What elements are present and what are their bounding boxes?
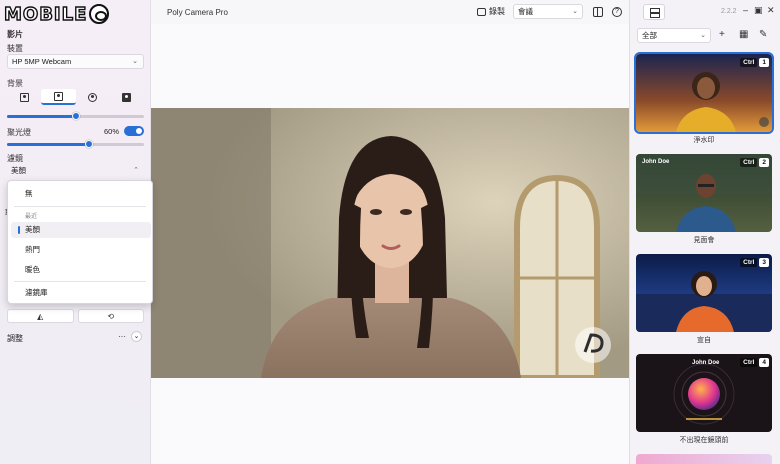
edit-brush-icon[interactable]: ✎ — [759, 29, 767, 40]
webcam-scene-image — [151, 108, 629, 378]
filter-select[interactable]: 美顏 ⌃ — [7, 164, 144, 179]
filter-option-none[interactable]: 無 — [11, 186, 151, 202]
record-icon — [477, 7, 486, 16]
adjust-tool-row: ◭ ⟲ — [7, 309, 144, 323]
filter-option-popular[interactable]: 熱門 — [11, 242, 151, 258]
close-icon[interactable]: ✕ — [767, 5, 775, 16]
person-image-icon — [122, 92, 132, 102]
spotlight-slider-knob[interactable] — [85, 140, 94, 148]
scene-filter-select[interactable]: 全部 ⌄ — [637, 28, 711, 43]
device-select-value: HP 5MP Webcam — [12, 57, 72, 66]
camera-video-feed — [151, 108, 629, 378]
scene-3-label: 宣自 — [697, 337, 711, 344]
person-frame-icon — [19, 92, 29, 102]
shortcut-badge: Ctrl 2 — [740, 158, 769, 167]
help-icon[interactable]: ? — [612, 7, 622, 17]
chevron-down-icon: ⌄ — [700, 32, 706, 39]
ctrl-key-label: Ctrl — [740, 358, 758, 367]
scene-4-label: 不出現在鏡頭前 — [679, 437, 729, 444]
expand-chevron-button[interactable]: ⌄ — [131, 331, 142, 342]
spotlight-value: 60% — [104, 127, 120, 136]
record-label: 錄製 — [489, 7, 505, 16]
filter-dropdown-menu: 無 最近 美顏 熱門 暖色 濾鏡庫 — [7, 180, 153, 304]
split-view-icon[interactable] — [593, 7, 603, 17]
adjust-controls: ··· ⌄ — [118, 331, 142, 342]
logo-01-icon — [89, 4, 110, 24]
shortcut-number: 3 — [759, 258, 769, 267]
scene-card-1[interactable]: Ctrl 1 — [634, 52, 774, 134]
spotlight-slider-fill — [7, 143, 90, 146]
shortcut-badge: Ctrl 4 — [740, 358, 769, 367]
mode-select[interactable]: 會議 ⌄ — [513, 4, 583, 19]
scene-card-4[interactable]: John Doe Ctrl 4 — [636, 354, 772, 432]
filter-select-value: 美顏 — [11, 166, 26, 175]
scene-1-label: 淨水印 — [693, 137, 715, 144]
version-label: 2.2.2 — [721, 8, 737, 15]
video-section-title: 影片 — [7, 30, 23, 39]
background-slider-knob[interactable] — [71, 112, 80, 120]
camera-preview-area — [151, 24, 629, 464]
shortcut-badge: Ctrl 3 — [740, 258, 769, 267]
window-title-bar: 2.2.2 – ▣ ✕ — [630, 0, 780, 24]
chevron-up-icon: ⌃ — [133, 167, 139, 174]
record-button[interactable]: 錄製 — [477, 6, 505, 17]
chevron-down-icon: ⌄ — [572, 8, 578, 15]
device-label: 裝置 — [7, 44, 23, 53]
ctrl-key-label: Ctrl — [740, 158, 758, 167]
more-options-icon[interactable]: ··· — [118, 332, 126, 341]
right-panel: 2.2.2 – ▣ ✕ 全部 ⌄ + ▦ ✎ Ctrl 1 淨水印 John D… — [629, 0, 780, 464]
spotlight-toggle[interactable] — [124, 126, 144, 136]
spotlight-label: 聚光燈 — [7, 128, 31, 137]
app-title: Poly Camera Pro — [167, 8, 228, 17]
shortcut-badge: Ctrl 1 — [740, 58, 769, 67]
device-select[interactable]: HP 5MP Webcam ⌄ — [7, 54, 144, 69]
background-mode-tabs — [7, 89, 144, 105]
shortcut-number: 2 — [759, 158, 769, 167]
bg-none-button[interactable] — [7, 89, 41, 105]
layout-toggle-button[interactable] — [643, 4, 665, 20]
grid-view-icon[interactable]: ▦ — [739, 29, 748, 40]
background-slider[interactable] — [7, 112, 144, 120]
spotlight-slider[interactable] — [7, 140, 144, 148]
chevron-down-icon: ⌄ — [132, 58, 138, 65]
add-scene-icon[interactable]: + — [719, 29, 725, 40]
rotate-button[interactable]: ⟲ — [77, 309, 144, 323]
filter-label: 濾鏡 — [7, 154, 23, 163]
rotate-icon: ⟲ — [107, 311, 115, 321]
ctrl-key-label: Ctrl — [740, 58, 758, 67]
filter-option-beauty[interactable]: 美顏 — [11, 222, 151, 238]
scene-card-3[interactable]: Ctrl 3 — [636, 254, 772, 332]
filter-option-warm[interactable]: 暖色 — [11, 262, 151, 278]
recent-header: 最近 — [25, 214, 38, 220]
ctrl-key-label: Ctrl — [740, 258, 758, 267]
bg-effect-button[interactable] — [76, 89, 110, 105]
scene-card-2[interactable]: John Doe Ctrl 2 — [636, 154, 772, 232]
mirror-button[interactable]: ◭ — [7, 309, 74, 323]
mode-select-value: 會議 — [518, 7, 533, 16]
bg-replace-button[interactable] — [110, 89, 144, 105]
dropdown-divider — [14, 281, 146, 282]
scene-filter-value: 全部 — [642, 31, 657, 40]
person-sparkle-icon — [88, 92, 98, 102]
scene-2-label: 見面會 — [693, 237, 715, 244]
scene-2-name-tag: John Doe — [642, 159, 670, 165]
shortcut-number: 1 — [759, 58, 769, 67]
filter-library-link[interactable]: 濾鏡庫 — [11, 285, 151, 301]
dropdown-divider — [14, 206, 146, 207]
scene-card-5-partial[interactable] — [636, 454, 772, 464]
person-blur-icon — [53, 91, 63, 101]
background-slider-fill — [7, 115, 76, 118]
minimize-icon[interactable]: – — [743, 5, 748, 15]
maximize-icon[interactable]: ▣ — [754, 5, 763, 16]
shortcut-number: 4 — [759, 358, 769, 367]
scene-4-name-tag: John Doe — [692, 360, 720, 366]
mirror-icon: ◭ — [37, 311, 44, 321]
bg-blur-button[interactable] — [41, 89, 76, 105]
brand-logo: MOBILE — [3, 3, 110, 25]
background-label: 背景 — [7, 79, 23, 88]
top-bar: Poly Camera Pro 錄製 會議 ⌄ ? — [151, 0, 629, 24]
adjust-title: 調整 — [7, 334, 23, 343]
